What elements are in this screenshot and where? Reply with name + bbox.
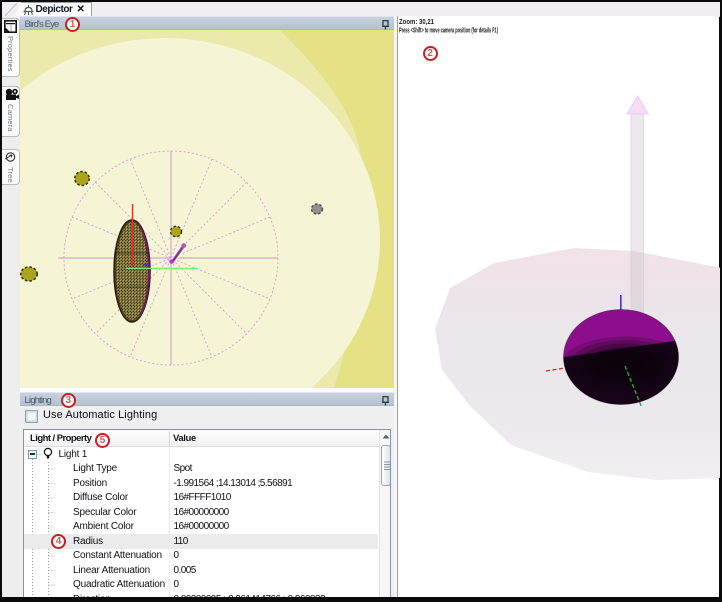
svg-text:Press <Shift> to move camera p: Press <Shift> to move camera position (f… (399, 26, 498, 35)
